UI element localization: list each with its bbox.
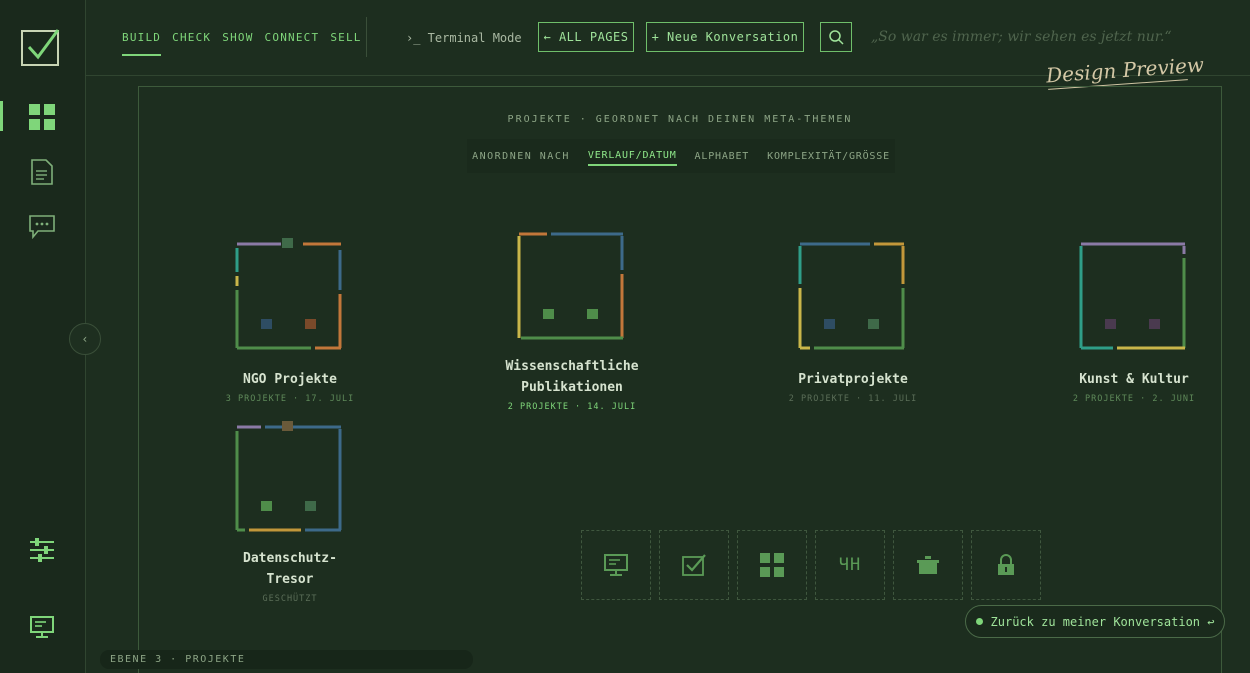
sidebar-item-grid[interactable]: [25, 100, 59, 134]
new-conversation-button[interactable]: + Neue Konversation: [646, 22, 804, 52]
sort-option-date[interactable]: VERLAUF/DATUM: [587, 147, 677, 166]
nav-sell[interactable]: SELL: [330, 31, 361, 56]
glyph-icon: ЧН: [838, 555, 862, 575]
tool-dock: ЧН: [581, 530, 1041, 600]
project-name: NGO Projekte: [243, 372, 337, 387]
sidebar-item-monitor[interactable]: [25, 610, 59, 644]
sidebar-active-indicator: [0, 101, 3, 131]
lock-icon: [998, 554, 1014, 575]
project-name: Privatprojekte: [798, 372, 908, 387]
project-meta: 2 PROJEKTE · 2. JUNI: [1072, 394, 1196, 404]
dock-item-pot[interactable]: [893, 530, 963, 600]
project-meta: GESCHÜTZT: [262, 594, 318, 604]
project-folder-icon: [517, 232, 624, 340]
sidebar-collapse-button[interactable]: ‹: [69, 323, 101, 355]
checkbox-logo-icon[interactable]: [20, 27, 62, 67]
document-icon: [31, 159, 53, 185]
sidebar-item-chat[interactable]: [25, 210, 59, 244]
dock-item-check[interactable]: [659, 530, 729, 600]
nav-divider: [366, 17, 367, 57]
dock-item-lock[interactable]: [971, 530, 1041, 600]
main-nav: BUILD CHECK SHOW CONNECT SELL: [122, 31, 362, 56]
sort-option-complexity[interactable]: KOMPLEXITÄT/GRÖSSE: [767, 148, 890, 165]
project-folder-icon: [235, 238, 342, 350]
page-title: PROJEKTE · GEORDNET NACH DEINEN META-THE…: [507, 114, 853, 125]
checkbox-icon: [682, 554, 706, 576]
dock-item-glyph[interactable]: ЧН: [815, 530, 885, 600]
breadcrumb: EBENE 3 · PROJEKTE: [100, 650, 473, 669]
sidebar-item-settings[interactable]: [25, 533, 59, 567]
pot-icon: [917, 556, 939, 574]
project-name-line1: Wissenschaftliche: [505, 359, 639, 374]
sort-label: ANORDNEN NACH: [472, 150, 570, 162]
nav-connect[interactable]: CONNECT: [265, 31, 320, 56]
status-dot: [975, 618, 983, 625]
project-name-line1: Datenschutz-: [243, 551, 337, 566]
nav-build[interactable]: BUILD: [122, 31, 162, 56]
project-meta: 2 PROJEKTE · 11. JULI: [788, 394, 918, 404]
project-meta: 2 PROJEKTE · 14. JULI: [507, 402, 637, 412]
chat-icon: [29, 215, 55, 239]
project-name-line2: Publikationen: [521, 380, 623, 395]
project-folder-icon: [1079, 242, 1186, 350]
sidebar-item-document[interactable]: [25, 155, 59, 189]
grid-icon: [760, 553, 784, 577]
search-button[interactable]: [820, 22, 852, 52]
project-card-privacy-vault[interactable]: Datenschutz- Tresor GESCHÜTZT: [200, 414, 380, 604]
project-card-publications[interactable]: Wissenschaftliche Publikationen 2 PROJEK…: [470, 222, 674, 412]
nav-show[interactable]: SHOW: [222, 31, 253, 56]
grid-icon: [29, 104, 55, 130]
terminal-mode-button[interactable]: ›_ Terminal Mode: [406, 31, 522, 45]
project-card-ngo[interactable]: NGO Projekte 3 PROJEKTE · 17. JULI: [200, 232, 380, 404]
sliders-icon: [30, 538, 54, 562]
dock-item-monitor[interactable]: [581, 530, 651, 600]
sort-option-alphabet[interactable]: ALPHABET: [695, 148, 750, 165]
project-card-private[interactable]: Privatprojekte 2 PROJEKTE · 11. JULI: [763, 232, 943, 404]
search-icon: [828, 29, 844, 45]
project-meta: 3 PROJEKTE · 17. JULI: [225, 394, 355, 404]
all-pages-button[interactable]: ← ALL PAGES: [538, 22, 634, 52]
back-to-conversation-label: Zurück zu meiner Konversation ↩: [990, 614, 1215, 629]
monitor-icon: [30, 616, 54, 638]
project-folder-icon: [235, 421, 342, 532]
project-card-art-culture[interactable]: Kunst & Kultur 2 PROJEKTE · 2. JUNI: [1044, 232, 1224, 404]
project-name-line2: Tresor: [266, 572, 314, 587]
project-folder-icon: [798, 242, 905, 350]
header-quote: „So war es immer; wir sehen es jetzt nur…: [871, 29, 1172, 45]
project-name: Kunst & Kultur: [1079, 372, 1189, 387]
back-to-conversation-button[interactable]: Zurück zu meiner Konversation ↩: [965, 605, 1225, 638]
monitor-icon: [604, 554, 628, 576]
dock-item-grid[interactable]: [737, 530, 807, 600]
sort-bar: ANORDNEN NACH VERLAUF/DATUM ALPHABET KOM…: [467, 139, 895, 173]
nav-check[interactable]: CHECK: [172, 31, 211, 56]
